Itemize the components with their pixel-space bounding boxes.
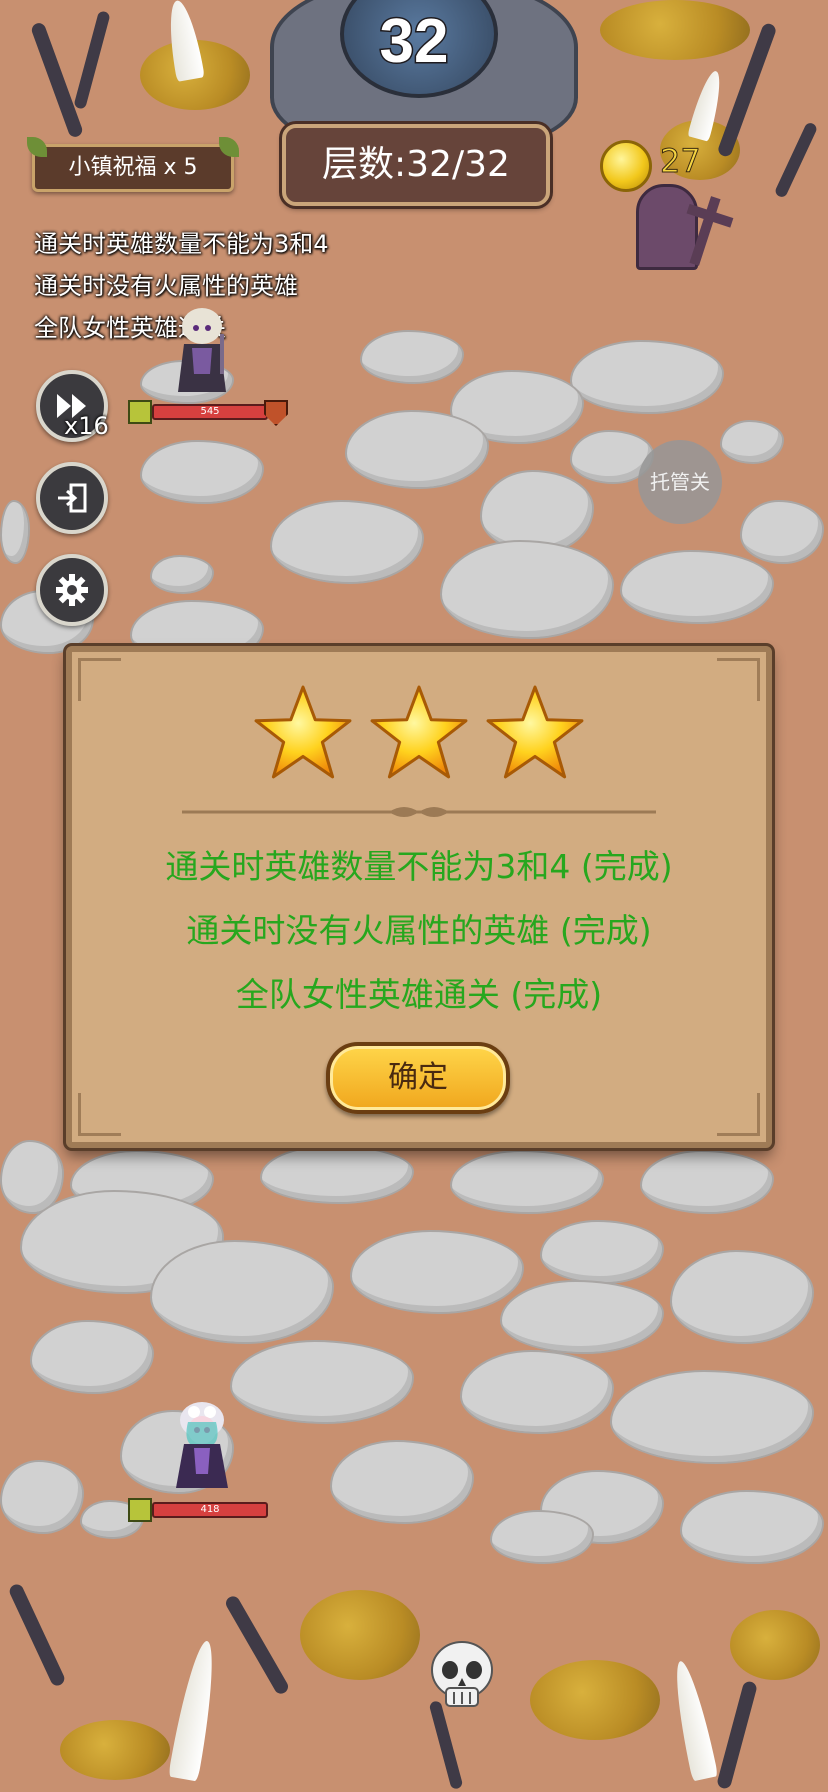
stone <box>345 410 489 489</box>
stone <box>270 500 424 584</box>
stone <box>720 420 784 464</box>
town-blessing-plate[interactable]: 小镇祝福 x 5 <box>27 137 239 192</box>
ornament-divider <box>182 807 656 817</box>
stick <box>223 1593 291 1697</box>
stick <box>7 1582 67 1688</box>
stone <box>620 550 774 624</box>
hero-sprite <box>178 308 226 392</box>
ornament-corner <box>717 1093 760 1136</box>
stick <box>773 121 819 199</box>
class-icon <box>128 400 152 424</box>
stone <box>740 500 824 564</box>
stone <box>640 1150 774 1214</box>
gear-icon <box>56 574 88 606</box>
stone <box>30 1320 154 1394</box>
stick <box>29 21 85 139</box>
stone <box>680 1490 824 1564</box>
exit-button[interactable] <box>36 462 108 534</box>
hero-top[interactable]: 545 <box>128 304 288 426</box>
stone <box>350 1230 524 1314</box>
hero-hp-bar: 545 <box>152 404 268 420</box>
bush <box>530 1660 660 1740</box>
result-objective-2: 通关时没有火属性的英雄 (完成) <box>186 911 652 950</box>
bone-tusk <box>667 1658 719 1782</box>
bush <box>60 1720 170 1780</box>
stone <box>260 1145 414 1204</box>
gravestone <box>636 184 698 270</box>
stone <box>540 1220 664 1284</box>
hero-hp-bar: 418 <box>152 1502 268 1518</box>
hero-sprite <box>176 1402 228 1488</box>
result-objective-1: 通关时英雄数量不能为3和4 (完成) <box>165 847 673 886</box>
stage-clear-dialog: 通关时英雄数量不能为3和4 (完成) 通关时没有火属性的英雄 (完成) 全队女性… <box>66 646 772 1148</box>
exit-icon <box>58 483 87 513</box>
star-icon <box>486 685 584 779</box>
round-number: 32 <box>378 6 450 78</box>
speed-multiplier: x16 <box>64 412 109 440</box>
class-icon <box>128 1498 152 1522</box>
stone <box>670 1250 814 1344</box>
stone <box>0 1460 84 1534</box>
stick <box>73 10 111 110</box>
hero-bottom[interactable]: 418 <box>128 1400 280 1522</box>
stone <box>500 1280 664 1354</box>
settings-button[interactable] <box>36 554 108 626</box>
bone-tusk <box>168 1638 222 1782</box>
stick <box>428 1699 464 1791</box>
stone <box>440 540 614 639</box>
stone <box>0 500 30 564</box>
floor-indicator: 层数:32/32 <box>282 124 550 206</box>
objective-2: 通关时没有火属性的英雄 <box>34 272 298 300</box>
stick <box>716 1680 758 1790</box>
objective-1: 通关时英雄数量不能为3和4 <box>34 230 329 258</box>
bush <box>300 1590 420 1680</box>
star-icon <box>254 685 352 779</box>
blessing-label: 小镇祝福 x 5 <box>68 155 198 180</box>
result-objective-3: 全队女性英雄通关 (完成) <box>235 975 603 1014</box>
bush <box>600 0 750 60</box>
stone <box>490 1510 594 1564</box>
stone <box>610 1370 814 1464</box>
auto-play-button[interactable]: 托管关 <box>638 440 722 524</box>
confirm-button[interactable]: 确定 <box>326 1042 510 1114</box>
stone <box>140 440 264 504</box>
stone <box>570 340 724 414</box>
stone <box>330 1440 474 1524</box>
stone <box>360 330 464 384</box>
gold-coin-icon <box>600 140 652 192</box>
stone <box>450 1150 604 1214</box>
stone <box>150 1240 334 1344</box>
stone <box>150 555 214 594</box>
star-icon <box>370 685 468 779</box>
star-rating <box>72 682 766 782</box>
coin-count: 27 <box>660 142 702 181</box>
skull-icon <box>431 1641 493 1707</box>
ornament-corner <box>78 1093 121 1136</box>
bush <box>730 1610 820 1680</box>
stone <box>460 1350 614 1434</box>
